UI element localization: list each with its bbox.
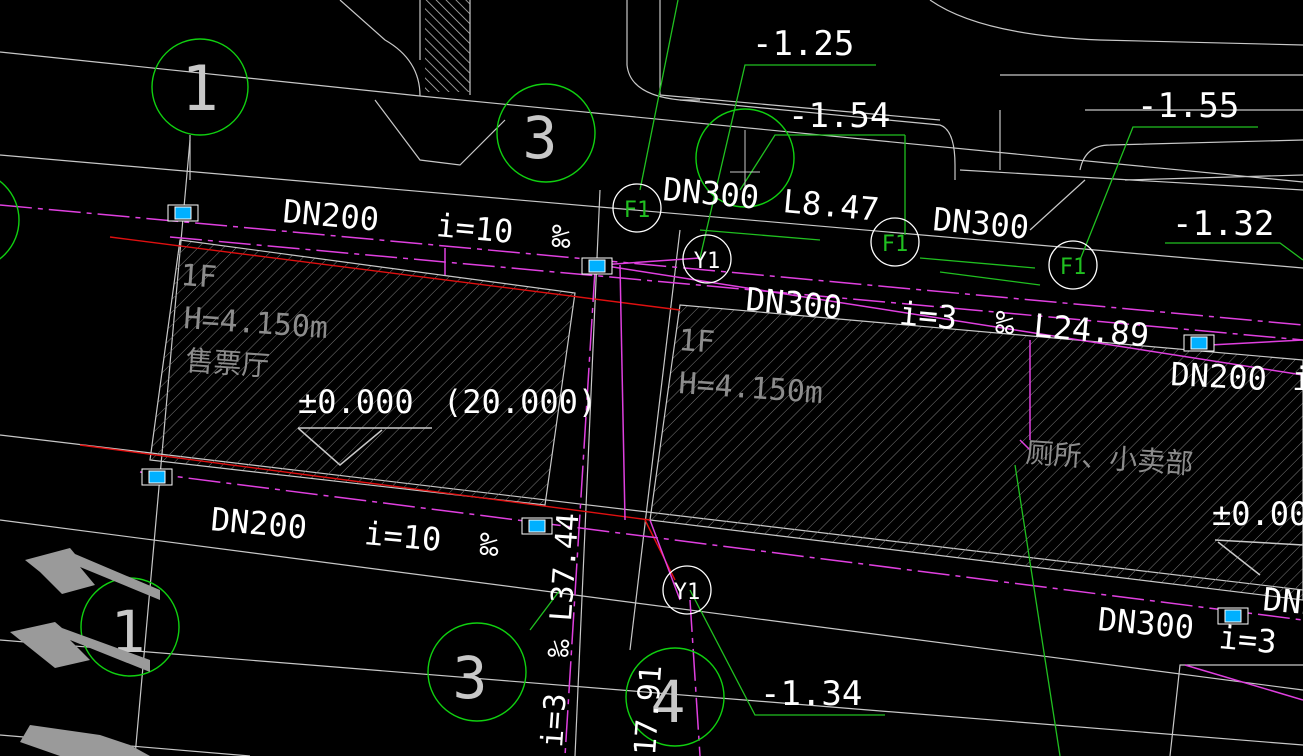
building-right-level: ±0.000 [1212,495,1303,533]
pipe-label: 17.91 [628,664,669,756]
cad-drawing-canvas[interactable]: 1 3 1 3 4 F1 F1 F1 Y1 Y1 -1.25 -1.54 -1.… [0,0,1303,756]
wall-hatch [425,0,470,92]
pipe-label: DN300 [1096,600,1195,647]
pipe-label: DN200 i=10 ‰ [281,192,573,256]
pipe-label: DN200 [1170,355,1268,398]
building-left-abs-level: (20.000) [443,383,597,421]
node-label-f1-c: F1 [1060,255,1087,280]
node-label-y1-a: Y1 [694,249,721,274]
axis-circle-left-edge [0,180,20,260]
elevation-label: -1.32 [1172,204,1274,244]
building-left-floor: 1F [179,258,217,295]
pipe-label: i=3 ‰ [1217,618,1303,666]
pipe-label: DN2 [1261,580,1303,623]
node-label-f1-a: F1 [624,198,651,223]
pipe-label: DN300 [661,170,760,217]
building-left-level: ±0.000 [298,383,414,421]
pipe-label: DN200 i=10 ‰ [209,500,501,564]
building-right-floor: 1F [677,323,715,360]
elevation-label: -1.54 [788,96,890,136]
pipe-label: L8.47 [781,182,880,229]
elevation-label: -1.34 [760,674,862,714]
pipe-label: DN300 [931,200,1030,247]
axis-label-3-top: 3 [523,104,558,172]
node-label-f1-b: F1 [882,232,909,257]
node-label-y1-b: Y1 [674,580,701,605]
elevation-label: -1.25 [752,24,854,64]
building-left-name: 售票厅 [185,344,271,383]
axis-label-3-bottom: 3 [453,644,488,712]
axis-label-1-top: 1 [181,52,218,125]
pipe-label: i=3 ‰ L37.44 [535,512,586,749]
elevation-label: -1.55 [1137,86,1239,126]
pipe-label: i [1292,360,1303,398]
cad-drawing: 1 3 1 3 4 F1 F1 F1 Y1 Y1 -1.25 -1.54 -1.… [0,0,1303,756]
